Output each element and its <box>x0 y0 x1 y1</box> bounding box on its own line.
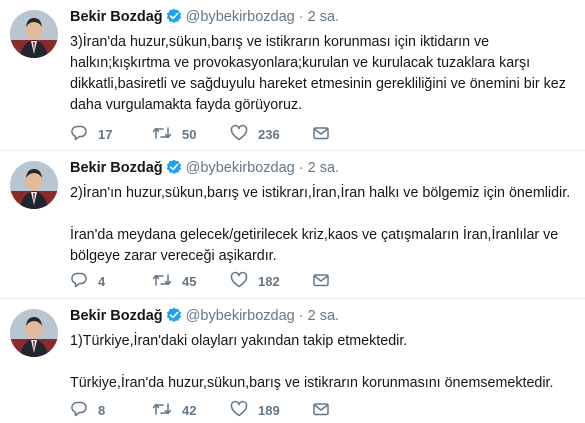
like-count: 189 <box>258 402 280 418</box>
direct-message-button[interactable] <box>312 400 340 420</box>
reply-button[interactable]: 4 <box>70 271 105 291</box>
envelope-icon <box>312 271 340 292</box>
envelope-icon <box>312 400 340 421</box>
retweet-button[interactable]: 50 <box>152 124 196 144</box>
tweet[interactable]: Bekir Bozdağ @bybekirbozdag · 2 sa. 3)İra… <box>0 0 585 151</box>
avatar[interactable] <box>10 161 58 209</box>
author-name[interactable]: Bekir Bozdağ <box>70 160 163 176</box>
verified-badge-icon <box>166 159 182 181</box>
like-count: 236 <box>258 126 280 142</box>
retweet-count: 42 <box>182 402 197 418</box>
avatar[interactable] <box>10 10 58 58</box>
tweet-feed: Bekir Bozdağ @bybekirbozdag · 2 sa. 3)İra… <box>0 0 585 423</box>
direct-message-button[interactable] <box>312 124 340 144</box>
retweet-icon <box>152 271 182 292</box>
heart-icon <box>230 124 258 145</box>
reply-count: 4 <box>98 273 106 289</box>
separator: · <box>298 9 304 25</box>
author-handle[interactable]: @bybekirbozdag <box>186 160 295 176</box>
heart-icon <box>230 400 258 421</box>
timestamp[interactable]: 2 sa. <box>308 160 339 176</box>
tweet[interactable]: Bekir Bozdağ @bybekirbozdag · 2 sa. 1)Tür… <box>0 299 585 423</box>
retweet-button[interactable]: 42 <box>152 400 196 420</box>
avatar[interactable] <box>10 309 58 357</box>
tweet[interactable]: Bekir Bozdağ @bybekirbozdag · 2 sa. 2)İra… <box>0 151 585 299</box>
reply-icon <box>70 124 98 145</box>
timestamp[interactable]: 2 sa. <box>308 9 339 25</box>
tweet-text: 1)Türkiye,İran'daki olayları yakından ta… <box>70 333 554 391</box>
reply-count: 17 <box>98 126 113 142</box>
retweet-count: 50 <box>182 126 197 142</box>
timestamp[interactable]: 2 sa. <box>308 308 339 324</box>
author-handle[interactable]: @bybekirbozdag <box>186 308 295 324</box>
verified-badge-icon <box>166 8 182 30</box>
like-button[interactable]: 182 <box>230 271 280 291</box>
separator: · <box>298 160 304 176</box>
verified-badge-icon <box>166 307 182 329</box>
reply-button[interactable]: 8 <box>70 400 105 420</box>
reply-icon <box>70 271 98 292</box>
reply-button[interactable]: 17 <box>70 124 112 144</box>
like-button[interactable]: 236 <box>230 124 280 144</box>
like-button[interactable]: 189 <box>230 400 280 420</box>
retweet-icon <box>152 124 182 145</box>
like-count: 182 <box>258 273 280 289</box>
author-handle[interactable]: @bybekirbozdag <box>186 9 295 25</box>
tweet-text: 2)İran'ın huzur,sükun,barış ve istikrarı… <box>70 185 571 264</box>
retweet-count: 45 <box>182 273 197 289</box>
reply-icon <box>70 400 98 421</box>
retweet-icon <box>152 400 182 421</box>
tweet-text: 3)İran'da huzur,sükun,barış ve istikrarı… <box>70 34 566 113</box>
reply-count: 8 <box>98 402 106 418</box>
separator: · <box>298 308 304 324</box>
retweet-button[interactable]: 45 <box>152 271 196 291</box>
author-name[interactable]: Bekir Bozdağ <box>70 308 163 324</box>
direct-message-button[interactable] <box>312 271 340 291</box>
author-name[interactable]: Bekir Bozdağ <box>70 9 163 25</box>
heart-icon <box>230 271 258 292</box>
envelope-icon <box>312 124 340 145</box>
